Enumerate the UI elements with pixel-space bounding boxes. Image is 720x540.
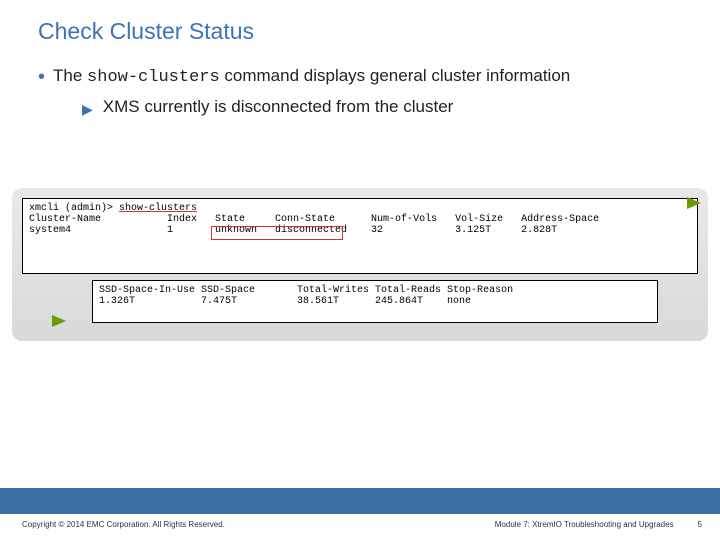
bullet-pre: The <box>53 66 87 85</box>
bullet-cmd: show-clusters <box>87 68 220 87</box>
arrow-right-icon: ▶ <box>82 101 93 118</box>
bullet-post: command displays general cluster informa… <box>220 66 571 85</box>
bullet-text: The show-clusters command displays gener… <box>53 65 570 89</box>
term2-header-row: SSD-Space-In-Use SSD-Space Total-Writes … <box>99 285 513 296</box>
terminal-block-2: SSD-Space-In-Use SSD-Space Total-Writes … <box>92 280 658 323</box>
footer: Copyright © 2014 EMC Corporation. All Ri… <box>0 488 720 540</box>
term2-data-row: 1.326T 7.475T 38.561T 245.864T none <box>99 296 471 307</box>
play-marker-right-icon <box>687 197 701 209</box>
footer-row: Copyright © 2014 EMC Corporation. All Ri… <box>0 514 720 529</box>
module-text: Module 7: XtremIO Troubleshooting and Up… <box>495 520 674 529</box>
term-header-row: Cluster-Name Index State Conn-State Num-… <box>29 214 599 225</box>
footer-bar <box>0 488 720 514</box>
sub-bullet-text: XMS currently is disconnected from the c… <box>103 97 454 117</box>
page-number: 5 <box>698 520 702 529</box>
page-title: Check Cluster Status <box>0 0 720 45</box>
highlight-box-icon <box>211 226 343 240</box>
play-marker-left-icon <box>52 315 66 327</box>
bullet-dot-icon: • <box>38 67 45 87</box>
term-command: show-clusters <box>119 203 197 214</box>
content-area: • The show-clusters command displays gen… <box>0 45 720 118</box>
main-bullet: • The show-clusters command displays gen… <box>38 65 682 89</box>
terminal-block-1: xmcli (admin)> show-clusters Cluster-Nam… <box>22 198 698 274</box>
sub-bullet: ▶ XMS currently is disconnected from the… <box>82 97 682 118</box>
term-prompt: xmcli (admin)> <box>29 203 119 214</box>
copyright-text: Copyright © 2014 EMC Corporation. All Ri… <box>22 520 225 529</box>
terminal-panel: xmcli (admin)> show-clusters Cluster-Nam… <box>12 188 708 341</box>
